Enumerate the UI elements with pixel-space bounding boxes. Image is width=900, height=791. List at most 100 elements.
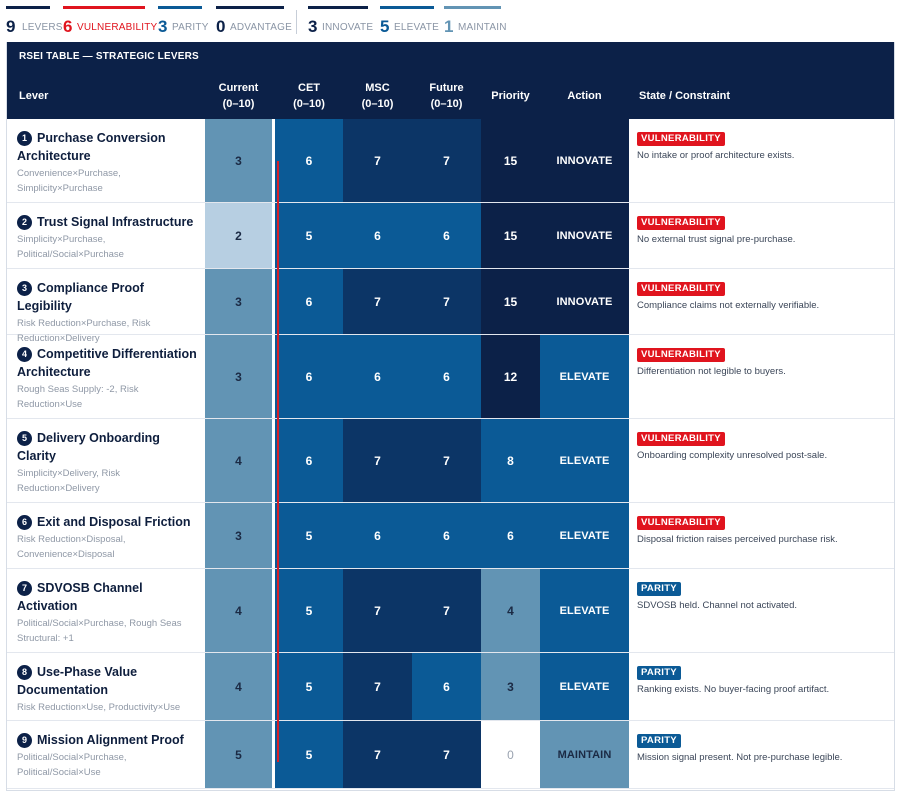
future-cell: 6	[412, 335, 481, 418]
future-cell: 6	[412, 503, 481, 568]
cet-cell: 5	[275, 503, 343, 568]
state-badge: VULNERABILITY	[637, 432, 725, 446]
msc-cell: 7	[343, 419, 412, 502]
state-cell: VULNERABILITY Differentiation not legible…	[629, 335, 894, 418]
cet-cell: 5	[275, 203, 343, 268]
lever-title: 7 SDVOSB Channel Activation	[17, 579, 197, 615]
lever-title-text: Trust Signal Infrastructure	[37, 215, 194, 229]
lever-cell: 7 SDVOSB Channel Activation Political/Soci…	[7, 569, 205, 652]
state-cell: PARITY Ranking exists. No buyer-facing pr…	[629, 653, 894, 720]
stat-count: 9	[6, 17, 16, 36]
stat-elevate: 5 ELEVATE	[380, 6, 439, 36]
current-cell: 3	[205, 503, 272, 568]
stat-label: ADVANTAGE	[230, 22, 292, 33]
lever-title: 5 Delivery Onboarding Clarity	[17, 429, 197, 465]
header-future[interactable]: Future (0–10)	[412, 78, 481, 114]
table-row[interactable]: 8 Use-Phase Value Documentation Risk Reduc…	[7, 653, 894, 721]
state-cell: PARITY SDVOSB held. Channel not activated…	[629, 569, 894, 652]
lever-number-badge: 8	[17, 665, 32, 680]
table-row[interactable]: 5 Delivery Onboarding Clarity Simplicity×D…	[7, 419, 894, 503]
msc-cell: 7	[343, 653, 412, 720]
lever-title-text: Delivery Onboarding Clarity	[17, 431, 160, 463]
header-current[interactable]: Current (0–10)	[205, 78, 272, 114]
priority-cell: 8	[481, 419, 540, 502]
future-cell: 6	[412, 203, 481, 268]
lever-title: 8 Use-Phase Value Documentation	[17, 663, 197, 699]
future-cell: 7	[412, 721, 481, 788]
header-msc[interactable]: MSC (0–10)	[343, 78, 412, 114]
lever-number-badge: 5	[17, 431, 32, 446]
action-cell: MAINTAIN	[540, 721, 629, 788]
state-badge: VULNERABILITY	[637, 132, 725, 146]
cet-cell: 6	[275, 335, 343, 418]
lever-cell: 8 Use-Phase Value Documentation Risk Reduc…	[7, 653, 205, 720]
future-cell: 6	[412, 653, 481, 720]
header-priority[interactable]: Priority	[481, 78, 540, 114]
lever-title: 1 Purchase Conversion Architecture	[17, 129, 197, 165]
action-cell: ELEVATE	[540, 503, 629, 568]
header-lever[interactable]: Lever	[19, 78, 199, 114]
table-row[interactable]: 7 SDVOSB Channel Activation Political/Soci…	[7, 569, 894, 653]
lever-number-badge: 4	[17, 347, 32, 362]
lever-subtitle: Risk Reduction×Use, Productivity×Use	[17, 702, 181, 713]
state-badge: PARITY	[637, 582, 681, 596]
lever-title: 3 Compliance Proof Legibility	[17, 279, 197, 315]
header-cet[interactable]: CET (0–10)	[275, 78, 343, 114]
cet-cell: 5	[275, 653, 343, 720]
stat-bar	[380, 6, 434, 9]
current-cell: 4	[205, 653, 272, 720]
table-row[interactable]: 4 Competitive Differentiation Architectur…	[7, 335, 894, 419]
current-cell: 4	[205, 419, 272, 502]
lever-cell: 9 Mission Alignment Proof Political/Social…	[7, 721, 205, 788]
lever-number-badge: 2	[17, 215, 32, 230]
future-cell: 7	[412, 569, 481, 652]
stat-count: 0	[216, 17, 226, 36]
action-cell: ELEVATE	[540, 653, 629, 720]
constraint-note: Mission signal present. Not pre-purchase…	[637, 752, 843, 763]
stats-divider	[296, 10, 297, 34]
current-cell: 5	[205, 721, 272, 788]
stat-bar	[444, 6, 501, 9]
cet-cell: 6	[275, 419, 343, 502]
table-row[interactable]: 1 Purchase Conversion Architecture Conveni…	[7, 119, 894, 203]
summary-stats-bar: 9 LEVERS 6 VULNERABILITY 3 PARITY 0 ADVANTAGE 3 I…	[0, 0, 900, 42]
cet-cell: 6	[275, 119, 343, 202]
cet-cell: 6	[275, 269, 343, 334]
stat-bar	[216, 6, 284, 9]
lever-number-badge: 7	[17, 581, 32, 596]
stat-innovate: 3 INNOVATE	[308, 6, 373, 36]
stat-label: LEVERS	[22, 22, 63, 33]
lever-number-badge: 3	[17, 281, 32, 296]
priority-cell: 15	[481, 119, 540, 202]
table-row[interactable]: 6 Exit and Disposal Friction Risk Reductio…	[7, 503, 894, 569]
stat-bar	[6, 6, 50, 9]
msc-cell: 7	[343, 721, 412, 788]
priority-cell: 12	[481, 335, 540, 418]
state-badge: PARITY	[637, 734, 681, 748]
current-cell: 3	[205, 269, 272, 334]
current-cell: 4	[205, 569, 272, 652]
msc-cell: 7	[343, 269, 412, 334]
lever-subtitle: Political/Social×Purchase, Political/Soc…	[17, 752, 127, 778]
action-cell: INNOVATE	[540, 203, 629, 268]
table-row[interactable]: 3 Compliance Proof Legibility Risk Reducti…	[7, 269, 894, 344]
lever-title-text: Mission Alignment Proof	[37, 733, 184, 747]
stat-bar	[158, 6, 202, 9]
constraint-note: Differentiation not legible to buyers.	[637, 366, 786, 377]
lever-title-text: Competitive Differentiation Architecture	[17, 347, 197, 379]
header-action[interactable]: Action	[540, 78, 629, 114]
constraint-note: Compliance claims not externally verifia…	[637, 300, 820, 311]
lever-number-badge: 6	[17, 515, 32, 530]
stat-bar	[63, 6, 145, 9]
future-cell: 7	[412, 419, 481, 502]
action-cell: ELEVATE	[540, 569, 629, 652]
lever-subtitle: Simplicity×Purchase, Political/Social×Pu…	[17, 234, 124, 260]
msc-cell: 6	[343, 335, 412, 418]
state-cell: VULNERABILITY Onboarding complexity unres…	[629, 419, 894, 502]
table-row[interactable]: 9 Mission Alignment Proof Political/Social…	[7, 721, 894, 789]
lever-title: 4 Competitive Differentiation Architectur…	[17, 345, 197, 381]
current-cell: 2	[205, 203, 272, 268]
priority-cell: 3	[481, 653, 540, 720]
table-row[interactable]: 2 Trust Signal Infrastructure Simplicity×P…	[7, 203, 894, 269]
header-state-constraint[interactable]: State / Constraint	[639, 78, 879, 114]
